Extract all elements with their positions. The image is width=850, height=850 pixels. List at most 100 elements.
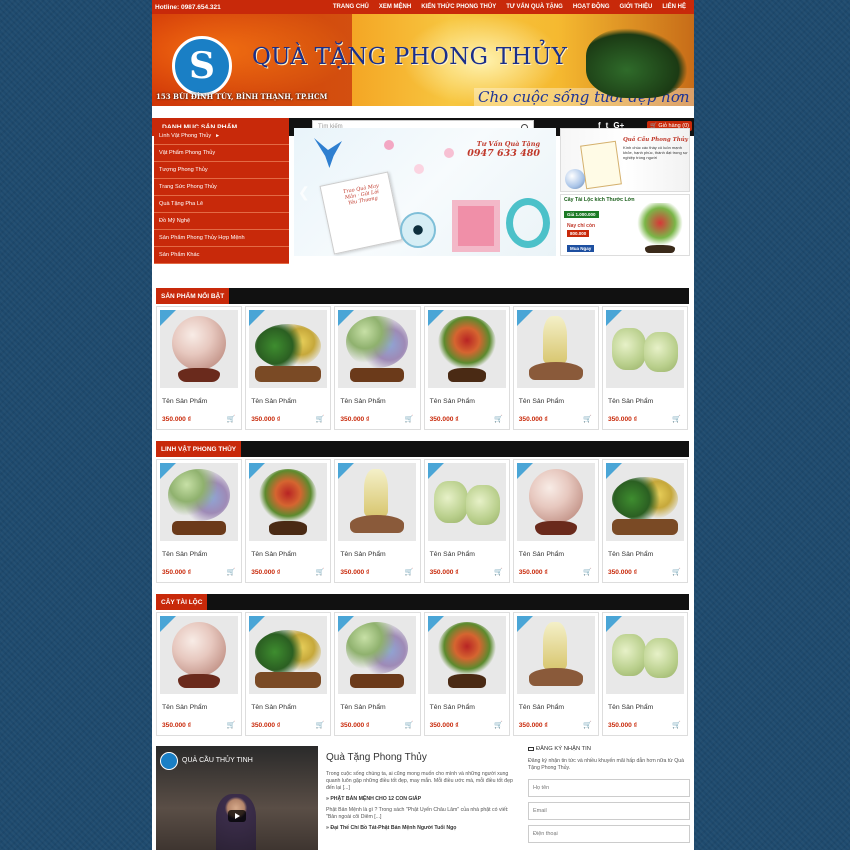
nav-gift-advice[interactable]: Tư vấn quà tặng (501, 4, 568, 10)
add-to-cart-icon[interactable]: 🛒 (226, 721, 235, 729)
add-to-cart-icon[interactable]: 🛒 (405, 415, 414, 423)
product-image[interactable] (160, 616, 238, 694)
product-card[interactable]: Tên Sản Phẩm 350.000 ₫ 🛒 (156, 459, 243, 583)
product-card[interactable]: Tên Sản Phẩm 350.000 ₫ 🛒 (423, 459, 510, 583)
name-field[interactable]: Họ tên (528, 779, 690, 797)
product-name[interactable]: Tên Sản Phẩm (340, 551, 385, 558)
add-to-cart-icon[interactable]: 🛒 (583, 568, 592, 576)
category-item[interactable]: Linh Vật Phong Thủy ► (154, 128, 289, 145)
add-to-cart-icon[interactable]: 🛒 (226, 415, 235, 423)
slider-prev-icon[interactable]: ❮ (298, 184, 310, 201)
nav-destiny[interactable]: Xem mệnh (374, 4, 416, 10)
product-image[interactable] (605, 616, 684, 694)
add-to-cart-icon[interactable]: 🛒 (405, 568, 414, 576)
product-image[interactable] (427, 463, 506, 541)
product-image[interactable] (160, 463, 238, 541)
product-card[interactable]: Tên Sản Phẩm 350.000 ₫ 🛒 (601, 306, 689, 430)
add-to-cart-icon[interactable]: 🛒 (583, 415, 592, 423)
product-name[interactable]: Tên Sản Phẩm (519, 551, 564, 558)
add-to-cart-icon[interactable]: 🛒 (405, 721, 414, 729)
side-ad-crystal-ball[interactable]: Quả Cầu Phong Thủy Kính chúc các thầy cô… (560, 128, 690, 192)
add-to-cart-icon[interactable]: 🛒 (316, 721, 325, 729)
category-item[interactable]: Đồ Mỹ Nghệ (154, 213, 289, 230)
product-card[interactable]: Tên Sản Phẩm 350.000 ₫ 🛒 (245, 612, 332, 736)
product-image[interactable] (249, 310, 328, 388)
product-name[interactable]: Tên Sản Phẩm (162, 704, 207, 711)
product-name[interactable]: Tên Sản Phẩm (162, 551, 207, 558)
add-to-cart-icon[interactable]: 🛒 (672, 721, 681, 729)
article-link-1[interactable]: » PHẬT BẢN MỆNH CHO 12 CON GIÁP (326, 796, 516, 803)
nav-knowledge[interactable]: Kiến thức phong thủy (416, 4, 501, 10)
nav-activities[interactable]: Hoạt động (568, 4, 615, 10)
product-card[interactable]: Tên Sản Phẩm 350.000 ₫ 🛒 (334, 306, 421, 430)
product-image[interactable] (516, 616, 595, 694)
product-name[interactable]: Tên Sản Phẩm (608, 704, 653, 711)
product-image[interactable] (249, 616, 328, 694)
add-to-cart-icon[interactable]: 🛒 (226, 568, 235, 576)
product-name[interactable]: Tên Sản Phẩm (430, 704, 475, 711)
product-image[interactable] (605, 310, 684, 388)
category-item[interactable]: Sản Phẩm Phong Thủy Hợp Mệnh (154, 230, 289, 247)
play-icon[interactable] (228, 810, 246, 822)
product-name[interactable]: Tên Sản Phẩm (340, 704, 385, 711)
section-title[interactable]: CÂY TÀI LỘC (156, 594, 208, 610)
add-to-cart-icon[interactable]: 🛒 (316, 568, 325, 576)
product-card[interactable]: Tên Sản Phẩm 350.000 ₫ 🛒 (512, 459, 599, 583)
add-to-cart-icon[interactable]: 🛒 (672, 415, 681, 423)
add-to-cart-icon[interactable]: 🛒 (494, 415, 503, 423)
product-card[interactable]: Tên Sản Phẩm 350.000 ₫ 🛒 (601, 612, 689, 736)
add-to-cart-icon[interactable]: 🛒 (494, 721, 503, 729)
product-name[interactable]: Tên Sản Phẩm (608, 551, 653, 558)
product-name[interactable]: Tên Sản Phẩm (430, 551, 475, 558)
product-image[interactable] (427, 616, 506, 694)
email-field[interactable]: Email (528, 802, 690, 820)
product-card[interactable]: Tên Sản Phẩm 350.000 ₫ 🛒 (245, 306, 332, 430)
nav-about[interactable]: Giới thiệu (615, 4, 658, 10)
video-player[interactable]: QUẢ CẦU THỦY TINH (156, 746, 318, 850)
product-image[interactable] (338, 616, 417, 694)
product-name[interactable]: Tên Sản Phẩm (251, 551, 296, 558)
product-name[interactable]: Tên Sản Phẩm (251, 704, 296, 711)
category-item[interactable]: Vật Phẩm Phong Thủy (154, 145, 289, 162)
product-image[interactable] (160, 310, 238, 388)
product-image[interactable] (338, 463, 417, 541)
add-to-cart-icon[interactable]: 🛒 (583, 721, 592, 729)
product-name[interactable]: Tên Sản Phẩm (430, 398, 475, 405)
site-logo[interactable]: S (172, 36, 232, 96)
product-card[interactable]: Tên Sản Phẩm 350.000 ₫ 🛒 (334, 459, 421, 583)
section-title[interactable]: LINH VẬT PHONG THỦY (156, 441, 242, 457)
product-name[interactable]: Tên Sản Phẩm (519, 398, 564, 405)
product-card[interactable]: Tên Sản Phẩm 350.000 ₫ 🛒 (601, 459, 689, 583)
product-image[interactable] (427, 310, 506, 388)
product-card[interactable]: Tên Sản Phẩm 350.000 ₫ 🛒 (512, 306, 599, 430)
section-title[interactable]: SẢN PHẨM NỔI BẬT (156, 288, 230, 304)
product-card[interactable]: Tên Sản Phẩm 350.000 ₫ 🛒 (245, 459, 332, 583)
product-image[interactable] (249, 463, 328, 541)
product-card[interactable]: Tên Sản Phẩm 350.000 ₫ 🛒 (156, 306, 243, 430)
product-image[interactable] (516, 463, 595, 541)
category-item[interactable]: Quà Tặng Pha Lê (154, 196, 289, 213)
side-ad-money-tree[interactable]: Cây Tài Lộc kích Thước Lớn Giá 1.000.000… (560, 194, 690, 256)
product-name[interactable]: Tên Sản Phẩm (340, 398, 385, 405)
promo-slider[interactable]: Trao Quà May Mắn · Gửi Lời Yêu Thương Tư… (294, 128, 556, 256)
product-name[interactable]: Tên Sản Phẩm (162, 398, 207, 405)
phone-field[interactable]: Điện thoại (528, 825, 690, 843)
product-name[interactable]: Tên Sản Phẩm (608, 398, 653, 405)
product-card[interactable]: Tên Sản Phẩm 350.000 ₫ 🛒 (156, 612, 243, 736)
category-item[interactable]: Sản Phẩm Khác (154, 247, 289, 264)
add-to-cart-icon[interactable]: 🛒 (672, 568, 681, 576)
category-item[interactable]: Trang Sức Phong Thủy (154, 179, 289, 196)
buy-now-button[interactable]: Mua Ngay (567, 245, 595, 252)
category-item[interactable]: Tượng Phong Thủy (154, 162, 289, 179)
product-name[interactable]: Tên Sản Phẩm (251, 398, 296, 405)
product-card[interactable]: Tên Sản Phẩm 350.000 ₫ 🛒 (512, 612, 599, 736)
add-to-cart-icon[interactable]: 🛒 (494, 568, 503, 576)
product-image[interactable] (516, 310, 595, 388)
nav-home[interactable]: Trang chủ (328, 4, 374, 10)
product-card[interactable]: Tên Sản Phẩm 350.000 ₫ 🛒 (423, 612, 510, 736)
nav-contact[interactable]: Liên hệ (657, 4, 691, 10)
article-link-2[interactable]: » Đại Thế Chí Bồ Tát-Phật Bản Mệnh Người… (326, 825, 516, 832)
product-card[interactable]: Tên Sản Phẩm 350.000 ₫ 🛒 (334, 612, 421, 736)
product-card[interactable]: Tên Sản Phẩm 350.000 ₫ 🛒 (423, 306, 510, 430)
product-image[interactable] (605, 463, 684, 541)
